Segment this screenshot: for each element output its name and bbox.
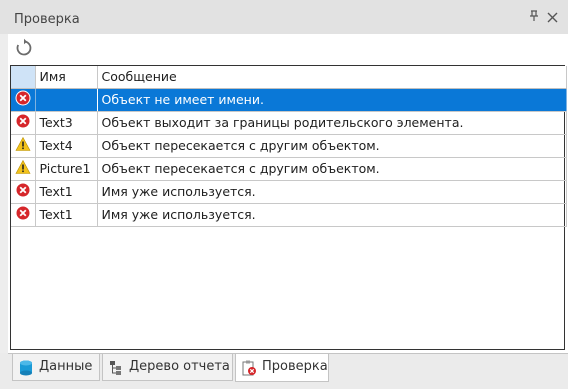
severity-cell bbox=[11, 88, 36, 112]
name-cell: Picture1 bbox=[35, 157, 98, 181]
severity-cell bbox=[11, 157, 36, 181]
refresh-icon[interactable] bbox=[14, 38, 34, 58]
column-header-name[interactable]: Имя bbox=[35, 66, 98, 89]
toolbar bbox=[8, 34, 568, 62]
check-results-grid[interactable]: Имя Сообщение Объект не имеет имени. Text… bbox=[10, 65, 567, 350]
severity-cell bbox=[11, 134, 36, 158]
name-cell bbox=[35, 88, 98, 112]
tab-report-tree[interactable]: Дерево отчета bbox=[102, 354, 233, 381]
table-row[interactable]: Text3 Объект выходит за границы родительс… bbox=[11, 111, 567, 135]
name-cell: Text3 bbox=[35, 111, 98, 135]
grid-corner-cell[interactable] bbox=[11, 66, 36, 89]
tab-check[interactable]: Проверка bbox=[235, 354, 329, 382]
database-icon bbox=[19, 360, 33, 386]
table-row[interactable]: Text4 Объект пересекается с другим объект… bbox=[11, 134, 567, 158]
error-icon bbox=[15, 90, 31, 109]
table-row[interactable]: Объект не имеет имени. bbox=[11, 88, 567, 112]
error-icon bbox=[15, 205, 31, 224]
close-icon[interactable] bbox=[544, 10, 560, 26]
name-cell: Text1 bbox=[35, 203, 98, 227]
warning-icon bbox=[15, 136, 31, 155]
warning-icon bbox=[15, 159, 31, 178]
tree-icon bbox=[109, 360, 123, 386]
column-header-message[interactable]: Сообщение bbox=[97, 66, 567, 89]
message-cell: Имя уже используется. bbox=[97, 180, 567, 204]
panel-titlebar: Проверка bbox=[0, 0, 568, 34]
tab-check-label: Проверка bbox=[262, 359, 328, 374]
table-row[interactable]: Text1 Имя уже используется. bbox=[11, 203, 567, 227]
severity-cell bbox=[11, 180, 36, 204]
message-cell: Объект пересекается с другим объектом. bbox=[97, 134, 567, 158]
tab-report-tree-label: Дерево отчета bbox=[129, 359, 230, 374]
error-icon bbox=[15, 182, 31, 201]
table-row[interactable]: Text1 Имя уже используется. bbox=[11, 180, 567, 204]
severity-cell bbox=[11, 111, 36, 135]
left-gutter bbox=[0, 34, 8, 353]
error-icon bbox=[15, 113, 31, 132]
check-icon bbox=[242, 360, 257, 386]
tab-data[interactable]: Данные bbox=[12, 354, 100, 381]
tab-data-label: Данные bbox=[39, 359, 93, 374]
pin-icon[interactable] bbox=[526, 10, 542, 26]
severity-cell bbox=[11, 203, 36, 227]
message-cell: Объект не имеет имени. bbox=[97, 88, 567, 112]
panel-title: Проверка bbox=[14, 12, 80, 27]
table-row[interactable]: Picture1 Объект пересекается с другим объ… bbox=[11, 157, 567, 181]
grid-header-row: Имя Сообщение bbox=[11, 66, 567, 89]
message-cell: Объект пересекается с другим объектом. bbox=[97, 157, 567, 181]
message-cell: Объект выходит за границы родительского … bbox=[97, 111, 567, 135]
message-cell: Имя уже используется. bbox=[97, 203, 567, 227]
panel-content: Имя Сообщение Объект не имеет имени. Text… bbox=[8, 34, 568, 353]
panel-tabstrip: Данные Дерево отчета Проверка bbox=[0, 353, 568, 389]
name-cell: Text4 bbox=[35, 134, 98, 158]
name-cell: Text1 bbox=[35, 180, 98, 204]
